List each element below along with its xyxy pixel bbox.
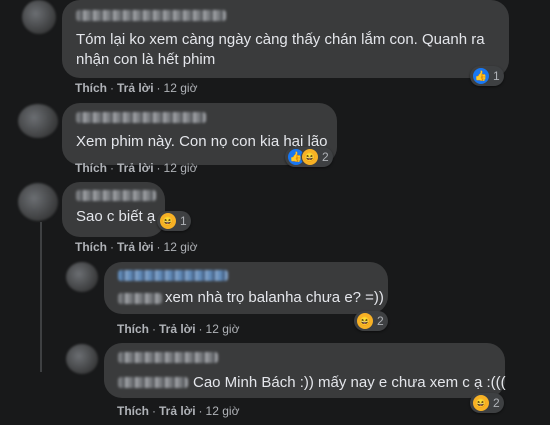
reply-button[interactable]: Trả lời (117, 161, 154, 175)
avatar[interactable] (18, 104, 58, 138)
avatar[interactable] (22, 0, 56, 34)
comment-text-line: xem nhà trọ balanha chưa e? =)) (165, 289, 384, 306)
thread-connector (40, 222, 42, 372)
tagged-name-redacted[interactable] (118, 293, 162, 304)
reaction-count: 2 (322, 150, 329, 164)
comment-actions: Thích · Trả lời · 12 giờ (75, 240, 198, 254)
comment-text-line: Tóm lại ko xem càng ngày càng thấy chán … (76, 31, 485, 48)
like-button[interactable]: Thích (75, 161, 107, 175)
comment-actions: Thích · Trả lời · 12 giờ (117, 322, 240, 336)
comment-actions: Thích · Trả lời · 12 giờ (75, 81, 198, 95)
reaction-summary[interactable]: 😆 2 (354, 311, 388, 331)
like-button[interactable]: Thích (75, 81, 107, 95)
author-name-redacted[interactable] (76, 190, 156, 201)
like-button[interactable]: Thích (75, 240, 107, 254)
reaction-summary[interactable]: 👍 1 (470, 66, 504, 86)
reaction-summary[interactable]: 😆 1 (157, 211, 191, 231)
reaction-count: 2 (377, 314, 384, 328)
comment-text-line: nhận con là hết phim (76, 51, 216, 68)
comment-timestamp[interactable]: 12 giờ (164, 161, 198, 175)
author-name-redacted[interactable] (76, 112, 206, 123)
reply-button[interactable]: Trả lời (117, 81, 154, 95)
reply-button[interactable]: Trả lời (159, 404, 196, 418)
like-icon: 👍 (472, 67, 490, 85)
reply-button[interactable]: Trả lời (159, 322, 196, 336)
reaction-count: 1 (180, 214, 187, 228)
author-name-redacted[interactable] (118, 352, 218, 363)
reply-button[interactable]: Trả lời (117, 240, 154, 254)
comment-text-line: Cao Minh Bách :)) mấy nay e chưa xem c ạ… (193, 374, 506, 391)
reaction-summary[interactable]: 👍 😆 2 (285, 147, 333, 167)
avatar[interactable] (66, 262, 98, 292)
haha-icon: 😆 (356, 312, 374, 330)
like-button[interactable]: Thích (117, 322, 149, 336)
comment-actions: Thích · Trả lời · 12 giờ (117, 404, 240, 418)
reaction-count: 1 (493, 69, 500, 83)
tagged-name-redacted[interactable] (118, 377, 188, 388)
comment-timestamp[interactable]: 12 giờ (206, 322, 240, 336)
author-name-redacted[interactable] (118, 270, 228, 281)
comment-text-line: Sao c biết ạ (76, 208, 156, 225)
author-name-redacted[interactable] (76, 10, 226, 21)
avatar[interactable] (66, 344, 98, 374)
comment-timestamp[interactable]: 12 giờ (206, 404, 240, 418)
reaction-count: 2 (493, 396, 500, 410)
avatar[interactable] (18, 183, 58, 221)
comment-timestamp[interactable]: 12 giờ (164, 240, 198, 254)
like-button[interactable]: Thích (117, 404, 149, 418)
haha-icon: 😆 (159, 212, 177, 230)
reaction-summary[interactable]: 😆 2 (470, 393, 504, 413)
haha-icon: 😆 (472, 394, 490, 412)
comment-timestamp[interactable]: 12 giờ (164, 81, 198, 95)
comment-actions: Thích · Trả lời · 12 giờ (75, 161, 198, 175)
haha-icon: 😆 (301, 148, 319, 166)
